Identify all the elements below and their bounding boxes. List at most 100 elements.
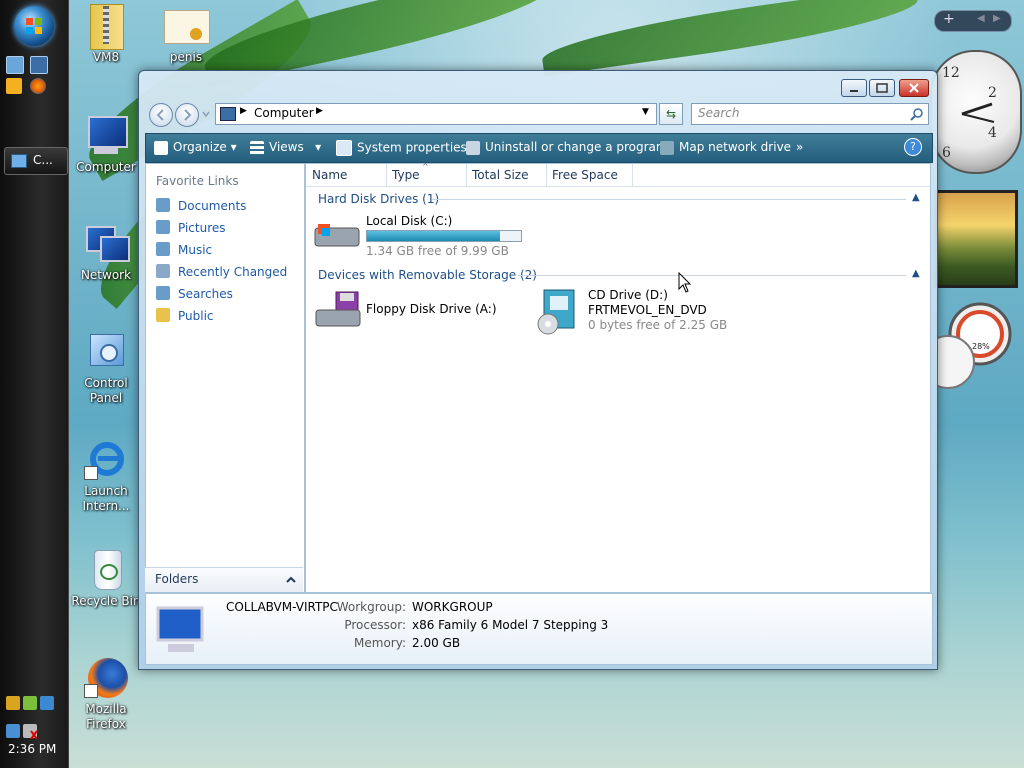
svg-text:2: 2: [988, 85, 997, 101]
group-header-removable[interactable]: Devices with Removable Storage (2): [318, 268, 537, 282]
help-button[interactable]: ?: [904, 138, 922, 156]
clock-gadget[interactable]: 12 2 4 6: [930, 50, 1022, 174]
show-desktop-icon[interactable]: [6, 56, 24, 74]
slideshow-gadget[interactable]: [934, 190, 1018, 288]
certificate-icon: [164, 4, 210, 48]
drive-name: Local Disk (C:): [366, 214, 453, 228]
favorite-links-heading: Favorite Links: [156, 174, 239, 188]
network-tray-icon[interactable]: [6, 724, 20, 738]
desktop-icon-control-panel[interactable]: Control Panel: [68, 330, 144, 406]
taskbar-button-computer[interactable]: C...: [4, 147, 68, 175]
address-row: ▶ Computer ▶ ▼ ⇆ Search: [145, 101, 931, 127]
firefox-icon[interactable]: [30, 78, 46, 94]
desktop-icon-firefox[interactable]: Mozilla Firefox: [68, 656, 144, 732]
refresh-button[interactable]: ⇆: [659, 103, 683, 125]
svg-text:6: 6: [942, 145, 951, 161]
dvd-drive-icon: [537, 289, 575, 335]
search-input[interactable]: Search: [691, 103, 929, 125]
desktop-icon-recycle-bin[interactable]: Recycle Bin: [68, 548, 144, 609]
documents-icon: [156, 198, 170, 212]
address-dropdown-icon[interactable]: ▼: [642, 107, 649, 117]
firefox-icon: [84, 656, 128, 700]
uninstall-program-button[interactable]: Uninstall or change a program: [466, 140, 668, 155]
palm-leaf: [539, 0, 921, 77]
map-network-drive-button[interactable]: Map network drive: [660, 140, 791, 155]
group-header-hard-disks[interactable]: Hard Disk Drives (1): [318, 192, 439, 206]
desktop-icon-label: Mozilla Firefox: [85, 702, 127, 731]
disk-usage-bar: [366, 230, 522, 242]
desktop-icon-label: penis: [169, 50, 203, 64]
recycle-bin-icon: [84, 548, 128, 592]
security-shield-icon[interactable]: [6, 696, 20, 710]
address-bar[interactable]: ▶ Computer ▶ ▼: [215, 103, 657, 125]
collapse-group-chevron-icon[interactable]: ▲: [912, 268, 920, 279]
network-status-icon[interactable]: [40, 696, 54, 710]
desktop-icon-vm8[interactable]: VM8: [68, 4, 144, 65]
desktop-icon-network[interactable]: Network: [68, 222, 144, 283]
navigation-pane: Favorite Links Documents Pictures Music …: [145, 163, 305, 593]
column-divider[interactable]: [632, 164, 633, 186]
svg-text:12: 12: [942, 65, 960, 81]
minimize-button[interactable]: [841, 79, 867, 97]
disk-usage-fill: [367, 231, 501, 241]
next-gadget-button[interactable]: ▶: [993, 13, 1001, 24]
drive-item-floppy[interactable]: Floppy Disk Drive (A:): [314, 288, 514, 332]
column-header-free-space[interactable]: Free Space: [552, 168, 618, 182]
desktop-icon-internet-explorer[interactable]: Launch Intern...: [68, 438, 144, 514]
nav-link-public[interactable]: Public: [156, 308, 214, 323]
zip-folder-icon: [84, 4, 128, 50]
column-header-total-size[interactable]: Total Size: [472, 168, 528, 182]
breadcrumb-separator-icon[interactable]: ▶: [240, 106, 247, 116]
workgroup-label: Workgroup:: [336, 600, 406, 614]
taskbar-clock[interactable]: 2:36 PM: [8, 742, 56, 756]
switch-windows-icon[interactable]: [30, 56, 48, 74]
breadcrumb-chevron-icon[interactable]: ▶: [316, 106, 323, 116]
recently-changed-icon: [156, 264, 170, 278]
maximize-button[interactable]: [869, 79, 895, 97]
drive-item-local-disk[interactable]: Local Disk (C:) 1.34 GB free of 9.99 GB: [314, 212, 534, 258]
column-divider[interactable]: [386, 164, 387, 186]
column-divider[interactable]: [466, 164, 467, 186]
cpu-meter-gadget[interactable]: 28%: [921, 300, 1016, 390]
more-commands-button[interactable]: »: [796, 140, 803, 154]
desktop-icon-label: Computer: [76, 160, 136, 174]
desktop-icon-computer[interactable]: Computer: [68, 114, 144, 175]
group-divider: [432, 199, 906, 200]
system-properties-label: System properties: [357, 140, 467, 155]
start-button[interactable]: [14, 6, 54, 46]
map-drive-label: Map network drive: [679, 140, 792, 154]
nav-link-documents[interactable]: Documents: [156, 198, 246, 213]
nav-link-label: Documents: [178, 199, 247, 213]
nav-link-recently-changed[interactable]: Recently Changed: [156, 264, 287, 279]
views-icon: [250, 140, 264, 155]
updates-icon[interactable]: [23, 696, 37, 710]
meter-label: 28%: [972, 342, 990, 351]
media-player-icon[interactable]: [6, 78, 22, 94]
previous-gadget-button[interactable]: ◀: [977, 13, 985, 24]
volume-muted-icon[interactable]: [23, 724, 38, 740]
add-gadget-button[interactable]: +: [943, 11, 955, 27]
nav-link-pictures[interactable]: Pictures: [156, 220, 226, 235]
folders-toggle[interactable]: Folders: [145, 567, 303, 592]
nav-link-music[interactable]: Music: [156, 242, 212, 257]
column-header-name[interactable]: Name: [312, 168, 347, 182]
column-divider[interactable]: [546, 164, 547, 186]
control-panel-icon: [84, 330, 128, 374]
close-button[interactable]: [899, 79, 929, 97]
desktop-icon-penis[interactable]: penis: [148, 4, 224, 65]
back-button[interactable]: [149, 103, 173, 127]
hard-disk-icon: [314, 224, 360, 247]
forward-button[interactable]: [175, 103, 199, 127]
collapse-group-chevron-icon[interactable]: ▲: [912, 192, 920, 203]
system-properties-button[interactable]: System properties: [336, 140, 467, 156]
breadcrumb-computer[interactable]: Computer: [254, 106, 314, 120]
svg-text:4: 4: [988, 125, 997, 141]
column-header-type[interactable]: Type: [392, 168, 420, 182]
views-button[interactable]: Views ▾: [250, 140, 321, 155]
sort-ascending-icon: ^: [422, 162, 429, 171]
organize-button[interactable]: Organize ▾: [154, 140, 237, 155]
recent-pages-chevron-icon[interactable]: [201, 109, 211, 119]
drive-item-cd[interactable]: CD Drive (D:) FRTMEVOL_EN_DVD 0 bytes fr…: [536, 288, 756, 336]
search-icon[interactable]: [910, 107, 924, 121]
nav-link-searches[interactable]: Searches: [156, 286, 233, 301]
